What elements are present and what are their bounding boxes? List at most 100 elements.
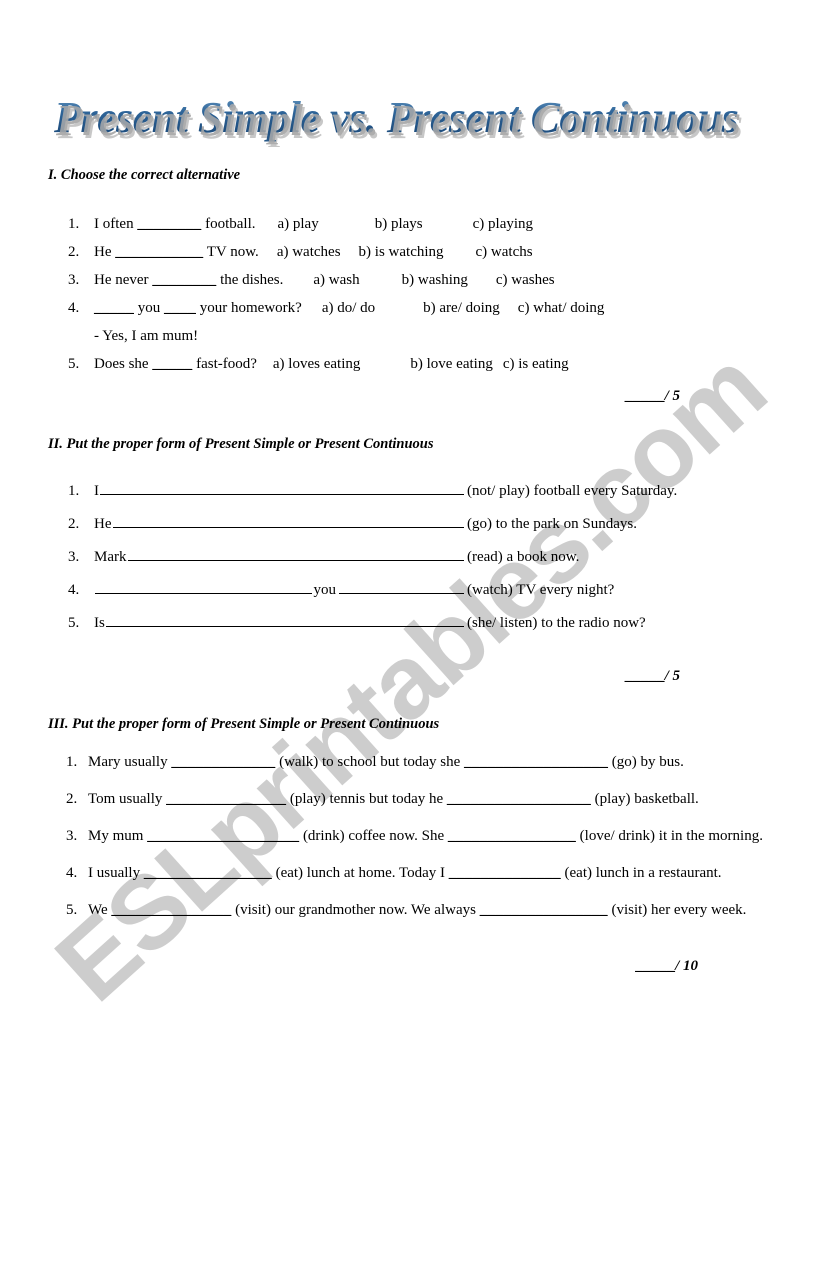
score-value: / 10 xyxy=(675,958,698,974)
answer-blank[interactable]: ___________________ xyxy=(147,828,299,844)
answer-blank[interactable]: _______________ xyxy=(166,791,286,807)
item-number: 5. xyxy=(68,615,80,631)
score-value: / 5 xyxy=(664,388,680,404)
answer-blank-2[interactable]: ________________ xyxy=(448,828,576,844)
section-2-score: _____/ 5 xyxy=(48,668,776,685)
item-number: 4. xyxy=(66,865,78,881)
answer-blank-2[interactable]: ________________ xyxy=(480,902,608,918)
item-hint: (watch) TV every night? xyxy=(467,582,615,598)
option-c[interactable]: c) playing xyxy=(423,216,533,232)
item-part-1: Mary usually xyxy=(88,754,172,770)
item-lead: I often xyxy=(94,216,138,232)
option-a[interactable]: a) loves eating xyxy=(257,356,360,372)
option-a[interactable]: a) do/ do xyxy=(302,300,375,316)
item-part-1: I usually xyxy=(88,865,144,881)
list-item: 5. Is (she/ listen) to the radio now? xyxy=(48,607,776,640)
section-3-heading: III. Put the proper form of Present Simp… xyxy=(48,716,440,732)
list-item: 1. Mary usually _____________ (walk) to s… xyxy=(48,751,776,774)
list-item: 2. He ___________ TV now. a) watches b) is … xyxy=(48,238,776,266)
option-b[interactable]: b) washing xyxy=(360,272,468,288)
item-part-3: (go) by bus. xyxy=(608,754,684,770)
answer-blank[interactable]: _______________ xyxy=(111,902,231,918)
section-3-score: _____/ 10 xyxy=(48,958,776,975)
item-number: 2. xyxy=(68,244,80,260)
item-number: 5. xyxy=(66,902,78,918)
option-a[interactable]: a) wash xyxy=(283,272,359,288)
list-item: 2. He (go) to the park on Sundays. xyxy=(48,508,776,541)
item-number: 4. xyxy=(68,300,80,316)
score-blank[interactable]: _____ xyxy=(625,668,665,684)
score-blank[interactable]: _____ xyxy=(635,958,675,974)
item-part-1: Tom usually xyxy=(88,791,167,807)
list-item: 3. Mark (read) a book now. xyxy=(48,541,776,574)
option-c[interactable]: c) washes xyxy=(468,272,555,288)
list-item: 5. We _______________ (visit) our grandmo… xyxy=(48,899,776,922)
item-lead: Mark xyxy=(94,549,127,565)
item-tail: football. xyxy=(201,216,256,232)
option-c[interactable]: c) what/ doing xyxy=(500,300,605,316)
answer-blank[interactable] xyxy=(95,579,312,594)
item-tail: fast-food? xyxy=(192,356,257,372)
list-item: 4. you (watch) TV every night? xyxy=(48,574,776,607)
option-c[interactable]: c) watchs xyxy=(444,244,533,260)
item-lead: Is xyxy=(94,615,105,631)
answer-blank-2[interactable]: ______________ xyxy=(449,865,561,881)
item-lead: He never xyxy=(94,272,153,288)
option-a[interactable]: a) watches xyxy=(259,244,341,260)
list-item: 4. _____ you ____ your homework? a) do/ do… xyxy=(48,294,776,350)
option-c[interactable]: c) is eating xyxy=(493,356,569,372)
section-3-items: 1. Mary usually _____________ (walk) to s… xyxy=(48,751,776,922)
answer-blank[interactable]: ________ xyxy=(137,216,201,232)
answer-blank[interactable] xyxy=(105,612,464,627)
item-part-3: (visit) her every week. xyxy=(607,902,747,918)
answer-blank[interactable]: _____________ xyxy=(171,754,275,770)
section-1-heading: I. Choose the correct alternative xyxy=(48,167,241,183)
option-a[interactable]: a) play xyxy=(255,216,318,232)
item-hint: (she/ listen) to the radio now? xyxy=(467,615,646,631)
answer-blank[interactable] xyxy=(100,480,464,495)
answer-blank-2[interactable]: __________________ xyxy=(464,754,608,770)
option-b[interactable]: b) are/ doing xyxy=(375,300,500,316)
list-item: 2. Tom usually _______________ (play) ten… xyxy=(48,788,776,811)
answer-blank[interactable]: ___________ xyxy=(115,244,203,260)
item-part-2: (walk) to school but today she xyxy=(275,754,465,770)
option-b[interactable]: b) love eating xyxy=(360,356,492,372)
score-value: / 5 xyxy=(664,668,680,684)
section-1-score: _____/ 5 xyxy=(48,388,776,405)
item-tail: the dishes. xyxy=(216,272,284,288)
answer-blank[interactable] xyxy=(112,513,464,528)
list-item: 3. My mum ___________________ (drink) cof… xyxy=(48,825,776,848)
list-item: 3. He never ________ the dishes. a) wash b)… xyxy=(48,266,776,294)
score-blank[interactable]: _____ xyxy=(625,388,665,404)
answer-blank[interactable]: ________ xyxy=(152,272,216,288)
answer-blank[interactable]: _____ xyxy=(94,300,134,316)
item-tail: your homework? xyxy=(196,300,302,316)
item-lead: He xyxy=(94,244,116,260)
list-item: 1. I (not/ play) football every Saturday… xyxy=(48,475,776,508)
item-part-2: (drink) coffee now. She xyxy=(299,828,448,844)
item-mid: you xyxy=(134,300,164,316)
answer-blank[interactable]: _____ xyxy=(152,356,192,372)
item-number: 2. xyxy=(66,791,78,807)
item-lead: Does she xyxy=(94,356,153,372)
item-mid: you xyxy=(313,582,337,598)
answer-blank-2[interactable] xyxy=(339,579,464,594)
answer-blank[interactable] xyxy=(127,546,464,561)
item-part-3: (eat) lunch in a restaurant. xyxy=(560,865,722,881)
item-number: 3. xyxy=(66,828,78,844)
list-item: 4. I usually ________________ (eat) lunch… xyxy=(48,862,776,885)
option-b[interactable]: b) plays xyxy=(319,216,423,232)
page-title-area: Present Simple vs. Present Continuous xyxy=(48,92,776,150)
worksheet-page: Present Simple vs. Present Continuous I.… xyxy=(0,92,821,1261)
page-title: Present Simple vs. Present Continuous xyxy=(48,92,776,144)
section-2-items: 1. I (not/ play) football every Saturday… xyxy=(48,475,776,640)
option-b[interactable]: b) is watching xyxy=(341,244,444,260)
answer-blank-2[interactable]: ____ xyxy=(164,300,196,316)
answer-blank-2[interactable]: __________________ xyxy=(447,791,591,807)
list-item: 1. I often ________ football. a) play b) pl… xyxy=(48,210,776,238)
item-number: 1. xyxy=(66,754,78,770)
answer-blank[interactable]: ________________ xyxy=(144,865,272,881)
item-hint: (go) to the park on Sundays. xyxy=(467,516,637,532)
item-part-1: We xyxy=(88,902,112,918)
item-number: 5. xyxy=(68,356,80,372)
